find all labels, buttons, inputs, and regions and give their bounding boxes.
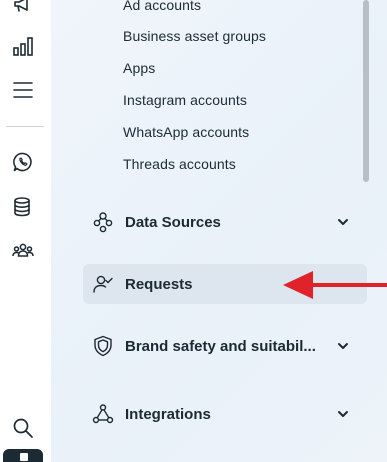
megaphone-icon[interactable] <box>9 0 37 18</box>
nav-item-business-asset-groups[interactable]: Business asset groups <box>123 28 266 44</box>
menu-icon[interactable] <box>9 76 37 104</box>
settings-button[interactable] <box>3 449 43 462</box>
settings-navigation-panel: Ad accounts Business asset groups Apps I… <box>51 0 387 462</box>
whatsapp-icon[interactable] <box>9 148 37 176</box>
section-label-data-sources: Data Sources <box>125 213 221 231</box>
section-label-requests: Requests <box>125 275 193 293</box>
nav-item-ad-accounts[interactable]: Ad accounts <box>123 0 201 13</box>
database-icon[interactable] <box>9 193 37 221</box>
chevron-down-icon <box>337 216 349 228</box>
nav-item-whatsapp-accounts[interactable]: WhatsApp accounts <box>123 124 249 140</box>
business-settings-window: Ad accounts Business asset groups Apps I… <box>0 0 387 462</box>
rail-divider <box>6 126 44 127</box>
section-brand-safety[interactable]: Brand safety and suitabil... <box>83 326 367 366</box>
annotation-arrow <box>283 271 387 299</box>
nav-item-threads-accounts[interactable]: Threads accounts <box>123 156 236 172</box>
bar-chart-icon[interactable] <box>9 32 37 60</box>
nav-item-apps[interactable]: Apps <box>123 60 155 76</box>
settings-glyph-icon <box>20 453 28 461</box>
integrations-icon <box>91 402 115 426</box>
left-icon-rail <box>0 0 51 462</box>
person-check-icon <box>91 272 115 296</box>
section-data-sources[interactable]: Data Sources <box>83 202 367 242</box>
shield-icon <box>91 334 115 358</box>
scrollbar-thumb[interactable] <box>363 0 369 182</box>
search-icon[interactable] <box>9 414 37 442</box>
people-group-icon[interactable] <box>9 237 37 265</box>
nav-item-instagram-accounts[interactable]: Instagram accounts <box>123 92 247 108</box>
chevron-down-icon <box>337 340 349 352</box>
chevron-down-icon <box>337 408 349 420</box>
data-sources-icon <box>91 210 115 234</box>
section-integrations[interactable]: Integrations <box>83 394 367 434</box>
section-label-brand-safety: Brand safety and suitabil... <box>125 337 316 355</box>
section-label-integrations: Integrations <box>125 405 211 423</box>
